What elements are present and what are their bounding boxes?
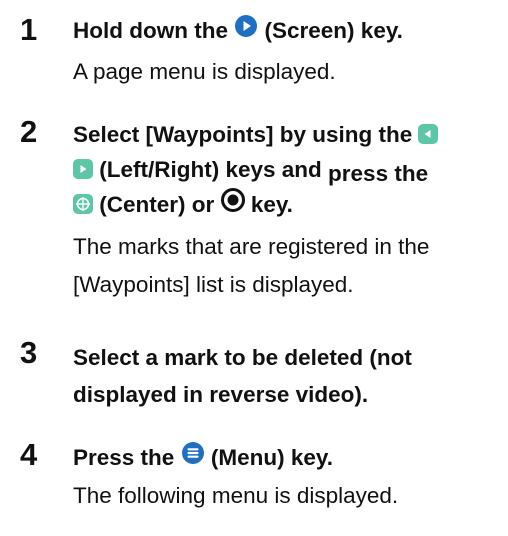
instruction-prefix: Hold down the xyxy=(73,18,228,43)
step-result: The following menu is displayed. xyxy=(73,483,399,508)
screen-key-icon xyxy=(234,14,258,46)
step-instruction-line-1: Select [Waypoints] by using the xyxy=(73,120,439,150)
step-number: 2 xyxy=(20,114,38,149)
instruction-suffix: (Menu) key. xyxy=(210,445,333,470)
menu-key-icon xyxy=(181,441,205,473)
instruction-text: (Left/Right) keys and xyxy=(99,157,329,182)
instruction-suffix: (Screen) key. xyxy=(264,18,403,43)
step-instruction: Press the (Menu) key. xyxy=(73,441,333,475)
step-number: 4 xyxy=(20,437,38,472)
step-instruction: Hold down the (Screen) key. xyxy=(73,14,403,48)
right-key-icon xyxy=(73,159,93,180)
instruction-prefix: Press the xyxy=(73,445,175,470)
step-instruction-line-2: displayed in reverse video). xyxy=(73,382,369,407)
step-instruction-line-1: Select a mark to be deleted (not xyxy=(73,345,412,370)
step-instruction-line-2: (Left/Right) keys and press the xyxy=(73,155,429,186)
enter-key-icon xyxy=(220,188,245,220)
instruction-text: Select [Waypoints] by using the xyxy=(73,122,413,147)
step-result-line-1: The marks that are registered in the xyxy=(73,234,430,259)
step-number: 1 xyxy=(20,12,38,47)
step-result: A page menu is displayed. xyxy=(73,59,336,84)
instruction-text: (Center) or xyxy=(99,192,215,217)
center-key-icon xyxy=(73,194,93,215)
step-result-line-2: [Waypoints] list is displayed. xyxy=(73,272,354,297)
left-key-icon xyxy=(418,124,439,145)
step-number: 3 xyxy=(20,335,38,370)
instruction-text: press the xyxy=(328,161,429,186)
instruction-text: key. xyxy=(250,192,293,217)
step-instruction-line-3: (Center) or key. xyxy=(73,188,293,222)
